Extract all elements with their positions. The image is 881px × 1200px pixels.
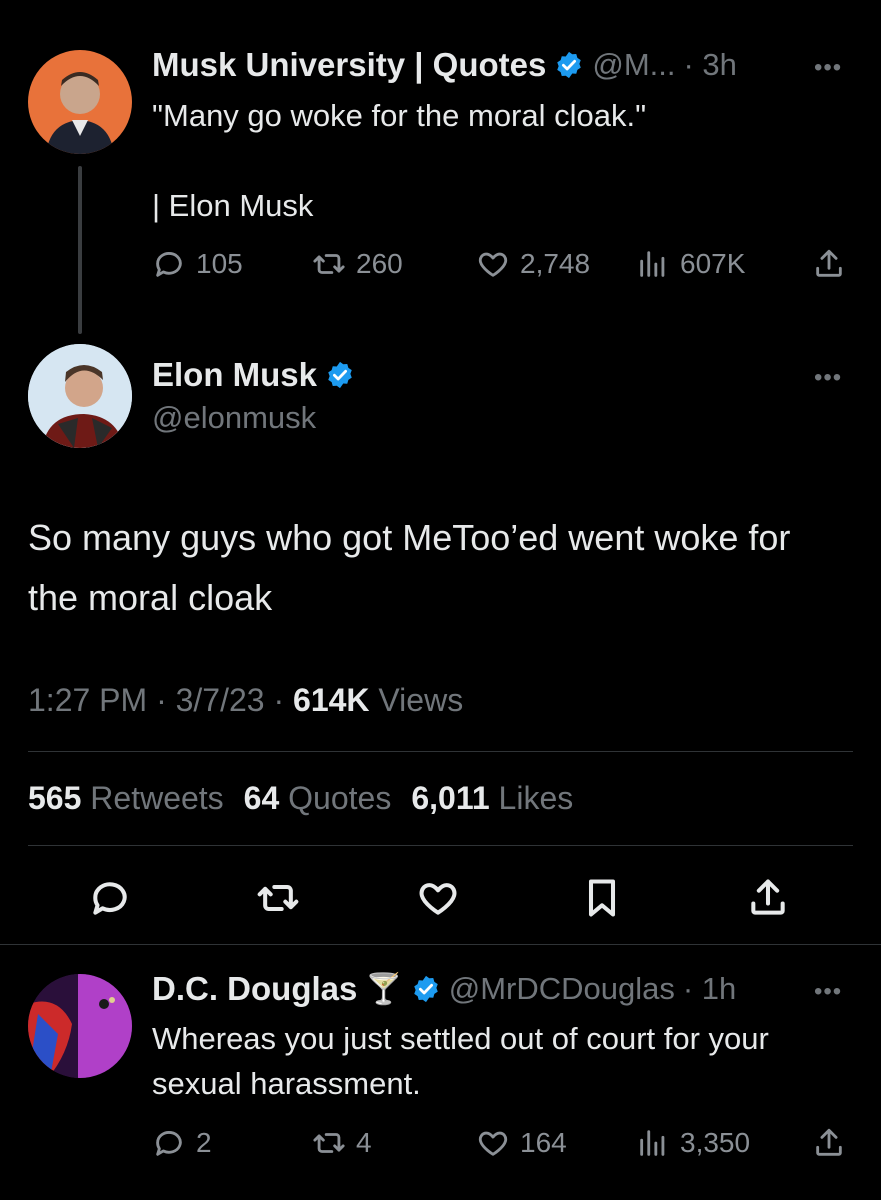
reply-like-count: 164 (520, 1127, 567, 1158)
views-chart-icon (640, 1130, 665, 1156)
retweet-icon (313, 254, 345, 274)
reply-share-button[interactable] (812, 1126, 846, 1160)
reply-author-handle[interactable]: @MrDCDouglas (449, 971, 675, 1007)
views-chart-icon (640, 251, 665, 277)
reply-author-name[interactable]: D.C. Douglas (152, 970, 357, 1008)
reply-icon (156, 1131, 182, 1156)
share-icon (751, 879, 785, 915)
reply-time: · 1h (682, 971, 737, 1006)
reply-header: D.C. Douglas 🍸 @MrDCDouglas · 1h (152, 970, 736, 1008)
tweet1-time: · 3h (683, 47, 737, 82)
main-timestamp[interactable]: 1:27 PM · 3/7/23 · (28, 682, 293, 718)
heart-icon (478, 1131, 508, 1156)
tweet1-text-line1: "Many go woke for the moral cloak." (152, 98, 647, 133)
tweet1-like-button[interactable]: 2,748 (476, 247, 590, 281)
verified-badge-icon (557, 51, 582, 79)
quotes-count: 64 (243, 780, 280, 816)
more-options-icon[interactable]: ••• (814, 978, 842, 1006)
main-timestamp-row: 1:27 PM · 3/7/23 · 614K Views (28, 682, 463, 719)
reply-button[interactable] (88, 876, 132, 925)
tweet1-reply-count: 105 (196, 248, 243, 279)
share-icon (816, 249, 842, 277)
avatar-musk-university[interactable] (28, 50, 132, 154)
reply-like-button[interactable]: 164 (476, 1126, 567, 1160)
likes-count: 6,011 (411, 780, 490, 816)
tweet1-views-button[interactable]: 607K (636, 247, 745, 281)
heart-icon (478, 252, 508, 277)
avatar-dc-douglas[interactable] (28, 974, 132, 1078)
reply-text: Whereas you just settled out of court fo… (152, 1021, 769, 1101)
reply-reply-count: 2 (196, 1127, 212, 1158)
main-author-handle[interactable]: @elonmusk (152, 400, 316, 436)
tweet1-retweet-count: 260 (356, 248, 403, 279)
retweet-icon (313, 1133, 345, 1153)
thread-line (78, 166, 82, 334)
more-options-icon[interactable]: ••• (814, 364, 842, 392)
engagement-stats: 565 Retweets 64 Quotes 6,011 Likes (28, 780, 573, 817)
tweet1-header: Musk University | Quotes @M... · 3h (152, 46, 737, 84)
like-button[interactable] (416, 876, 460, 925)
verified-badge-icon (328, 361, 352, 389)
reply-reply-button[interactable]: 2 (152, 1126, 212, 1160)
likes-label: Likes (498, 780, 574, 816)
avatar-elon-musk[interactable] (28, 344, 132, 448)
share-button[interactable] (746, 876, 790, 925)
reply-retweet-button[interactable]: 4 (312, 1126, 372, 1160)
tweet1-handle[interactable]: @M... (592, 47, 675, 83)
reply-views-button[interactable]: 3,350 (636, 1126, 750, 1160)
quotes-stat[interactable]: 64 Quotes (244, 780, 392, 817)
share-icon (816, 1128, 842, 1156)
tweet1-reply-button[interactable]: 105 (152, 247, 243, 281)
tweet1-name[interactable]: Musk University | Quotes (152, 46, 546, 84)
more-options-icon[interactable]: ••• (814, 54, 842, 82)
main-header: Elon Musk (152, 356, 355, 394)
main-tweet-text: So many guys who got MeToo’ed went woke … (28, 517, 791, 618)
main-views-count: 614K (293, 682, 370, 718)
likes-stat[interactable]: 6,011 Likes (411, 780, 573, 817)
reply-views-count: 3,350 (680, 1127, 751, 1158)
quotes-label: Quotes (288, 780, 392, 816)
divider (28, 751, 853, 752)
tweet1-retweet-button[interactable]: 260 (312, 247, 403, 281)
tweet1-like-count: 2,748 (520, 248, 591, 279)
reply-icon (93, 882, 127, 915)
divider (28, 845, 853, 846)
bookmark-button[interactable] (580, 876, 624, 925)
retweet-icon (257, 884, 299, 912)
retweets-label: Retweets (90, 780, 224, 816)
tweet1-text-line2: | Elon Musk (152, 188, 314, 223)
heart-icon (419, 883, 457, 915)
tweet1-views-count: 607K (680, 248, 746, 279)
retweets-stat[interactable]: 565 Retweets (28, 780, 224, 817)
retweets-count: 565 (28, 780, 82, 816)
section-divider (0, 944, 881, 945)
bookmark-icon (588, 879, 616, 917)
main-author-name[interactable]: Elon Musk (152, 356, 317, 394)
cocktail-emoji-icon: 🍸 (365, 972, 403, 1006)
tweet1-share-button[interactable] (812, 247, 846, 281)
main-views-label: Views (369, 682, 464, 718)
reply-retweet-count: 4 (356, 1127, 372, 1158)
reply-icon (156, 252, 182, 277)
verified-badge-icon (413, 975, 438, 1003)
retweet-button[interactable] (256, 876, 300, 925)
